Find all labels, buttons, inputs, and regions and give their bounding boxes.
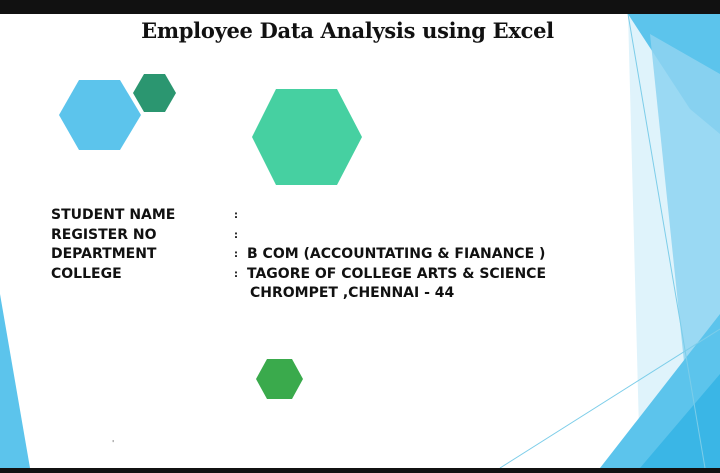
- field-colon: :: [234, 210, 238, 221]
- hexagon-shape: [133, 74, 176, 112]
- field-value: B COM (ACCOUNTATING & FIANANCE ): [247, 246, 546, 263]
- field-value: TAGORE OF COLLEGE ARTS & SCIENCE: [247, 265, 547, 282]
- college-address: CHROMPET ,CHENNAI - 44: [250, 285, 455, 302]
- field-colon: :: [234, 249, 238, 261]
- hexagon-shape: [59, 80, 141, 150]
- field-label: DEPARTMENT: [51, 246, 157, 263]
- field-label: REGISTER NO: [51, 226, 157, 243]
- field-label: COLLEGE: [51, 265, 122, 282]
- slide: Employee Data Analysis using Excel STUDE…: [0, 14, 720, 468]
- field-colon: :: [234, 229, 238, 241]
- slide-title: Employee Data Analysis using Excel: [141, 18, 554, 43]
- field-colon: :: [234, 268, 238, 280]
- stray-mark: ': [112, 439, 115, 448]
- field-label: STUDENT NAME: [51, 207, 176, 223]
- left-panel: [0, 294, 30, 468]
- hexagon-shape: [256, 359, 303, 399]
- hexagon-shape: [252, 89, 362, 185]
